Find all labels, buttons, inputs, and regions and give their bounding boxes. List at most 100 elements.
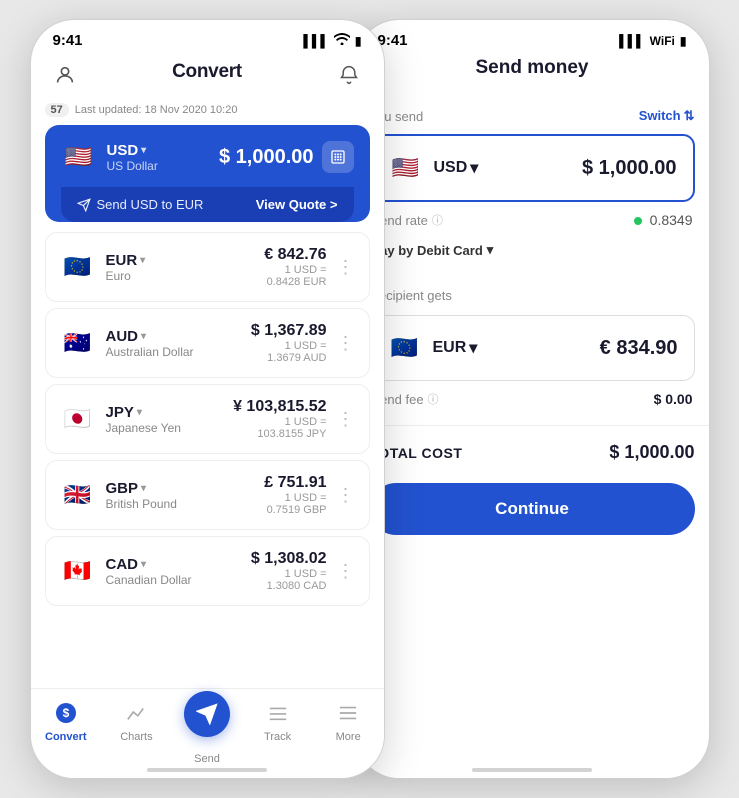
phone-convert: 9:41 ▌▌▌ ▮ Convert	[30, 19, 385, 779]
gbp-label: GBP ▾ British Pound	[106, 480, 177, 511]
send-bar[interactable]: Send USD to EUR View Quote >	[61, 187, 354, 222]
send-rate-row: Send rate ⓘ 0.8349	[370, 202, 695, 238]
eur-recipient-dropdown[interactable]: EUR ▾	[433, 338, 478, 358]
nav-item-send[interactable]: Send	[172, 699, 243, 765]
usd-code: USD ▾	[107, 142, 158, 159]
recipient-section: Recipient gets 🇪🇺 EUR ▾ € 834.90	[370, 280, 695, 417]
rate-dot-icon	[634, 217, 642, 225]
track-icon	[264, 699, 292, 727]
nav-item-convert[interactable]: $ Convert	[31, 699, 102, 743]
pay-debit-card-btn[interactable]: Pay by Debit Card ▾	[372, 242, 494, 258]
convert-icon: $	[52, 699, 80, 727]
usd-label: USD ▾ US Dollar	[107, 142, 158, 173]
nav-item-more[interactable]: More	[313, 699, 384, 743]
charts-icon	[122, 699, 150, 727]
jpy-more-icon[interactable]: ⋮	[337, 409, 355, 430]
eur-amounts: € 842.76 1 USD = 0.8428 EUR	[264, 246, 326, 288]
charts-nav-label: Charts	[120, 731, 152, 743]
cad-dropdown[interactable]: ▾	[141, 559, 146, 570]
profile-icon-btn[interactable]	[49, 59, 81, 91]
scene: 9:41 ▌▌▌ ▮ Convert	[0, 0, 739, 798]
send-icon	[184, 691, 230, 737]
last-updated-bar: 57 Last updated: 18 Nov 2020 10:20	[45, 103, 370, 117]
jpy-label: JPY ▾ Japanese Yen	[106, 404, 181, 435]
you-send-amount: $ 1,000.00	[582, 157, 677, 180]
gbp-more-icon[interactable]: ⋮	[337, 485, 355, 506]
gbp-dropdown[interactable]: ▾	[141, 483, 146, 494]
gbp-code: GBP ▾	[106, 480, 177, 497]
currency-list: 🇪🇺 EUR ▾ Euro € 842.76	[45, 232, 370, 612]
list-item[interactable]: 🇨🇦 CAD ▾ Canadian Dollar $ 1,308.02	[45, 536, 370, 606]
view-quote-btn[interactable]: View Quote >	[256, 197, 338, 212]
you-send-card[interactable]: 🇺🇸 USD ▾ $ 1,000.00	[370, 134, 695, 202]
battery-icon: ▮	[355, 34, 362, 48]
main-currency-row: 🇺🇸 USD ▾ US Dollar $ 1,000.00	[61, 139, 354, 175]
item-left-gbp: 🇬🇧 GBP ▾ British Pound	[60, 477, 177, 513]
phone-send-money: 9:41 ▌▌▌ WiFi ▮ Send money You send Swit…	[355, 19, 710, 779]
eur-more-icon[interactable]: ⋮	[337, 257, 355, 278]
send-rate-value: 0.8349	[634, 212, 693, 228]
send-nav-label: Send	[194, 753, 220, 765]
cad-amount: $ 1,308.02	[251, 550, 327, 568]
usd-send-dropdown[interactable]: USD ▾	[434, 158, 479, 178]
cad-amounts: $ 1,308.02 1 USD = 1.3080 CAD	[251, 550, 327, 592]
calculator-icon-btn[interactable]	[322, 141, 354, 173]
aud-code: AUD ▾	[106, 328, 194, 345]
eur-flag: 🇪🇺	[60, 249, 96, 285]
item-right-aud: $ 1,367.89 1 USD = 1.3679 AUD ⋮	[251, 322, 355, 364]
eur-recipient-flag: 🇪🇺	[387, 330, 423, 366]
item-left-jpy: 🇯🇵 JPY ▾ Japanese Yen	[60, 401, 181, 437]
jpy-name: Japanese Yen	[106, 421, 181, 435]
cad-rate: 1 USD = 1.3080 CAD	[251, 568, 327, 592]
status-icons-1: ▌▌▌ ▮	[303, 33, 361, 48]
cad-more-icon[interactable]: ⋮	[337, 561, 355, 582]
page-title-1: Convert	[154, 57, 260, 93]
you-send-header: You send Switch ⇅	[370, 101, 695, 130]
eur-chevron-icon: ▾	[469, 338, 477, 358]
nav-item-track[interactable]: Track	[242, 699, 313, 743]
jpy-amounts: ¥ 103,815.52 1 USD = 103.8155 JPY	[233, 398, 326, 440]
aud-label: AUD ▾ Australian Dollar	[106, 328, 194, 359]
recipient-amount: € 834.90	[600, 337, 678, 360]
eur-dropdown[interactable]: ▾	[140, 255, 145, 266]
rate-info-icon[interactable]: ⓘ	[432, 212, 443, 228]
you-send-left: 🇺🇸 USD ▾	[388, 150, 479, 186]
wifi-icon-2: WiFi	[650, 34, 675, 48]
recipient-card[interactable]: 🇪🇺 EUR ▾ € 834.90	[370, 315, 695, 381]
list-item[interactable]: 🇬🇧 GBP ▾ British Pound £ 751.91	[45, 460, 370, 530]
main-amount-area: $ 1,000.00	[219, 141, 354, 173]
list-item[interactable]: 🇪🇺 EUR ▾ Euro € 842.76	[45, 232, 370, 302]
eur-code: EUR ▾	[106, 252, 146, 269]
eur-amount: € 842.76	[264, 246, 326, 264]
convert-nav-label: Convert	[45, 731, 87, 743]
aud-name: Australian Dollar	[106, 345, 194, 359]
aud-more-icon[interactable]: ⋮	[337, 333, 355, 354]
cad-flag: 🇨🇦	[60, 553, 96, 589]
bell-icon-btn[interactable]	[333, 59, 365, 91]
usd-dropdown-icon[interactable]: ▾	[141, 145, 146, 156]
main-currency-card[interactable]: 🇺🇸 USD ▾ US Dollar $ 1,000.00	[45, 125, 370, 222]
item-right-eur: € 842.76 1 USD = 0.8428 EUR ⋮	[264, 246, 354, 288]
update-text: Last updated: 18 Nov 2020 10:20	[75, 104, 238, 116]
total-cost-bar: TOTAL COST $ 1,000.00	[356, 425, 709, 479]
jpy-rate: 1 USD = 103.8155 JPY	[233, 416, 326, 440]
nav-item-charts[interactable]: Charts	[101, 699, 172, 743]
aud-amounts: $ 1,367.89 1 USD = 1.3679 AUD	[251, 322, 327, 364]
list-item[interactable]: 🇦🇺 AUD ▾ Australian Dollar $ 1,367.89	[45, 308, 370, 378]
jpy-dropdown[interactable]: ▾	[137, 407, 142, 418]
time-1: 9:41	[53, 32, 83, 49]
eur-name: Euro	[106, 269, 146, 283]
pay-method-row: Pay by Debit Card ▾	[370, 238, 695, 268]
send-money-content: You send Switch ⇅ 🇺🇸 USD ▾ $ 1,000.00	[356, 101, 709, 417]
aud-dropdown[interactable]: ▾	[141, 331, 146, 342]
send-fee-row: Send fee ⓘ $ 0.00	[370, 381, 695, 417]
status-bar-1: 9:41 ▌▌▌ ▮	[31, 20, 384, 53]
fee-info-icon[interactable]: ⓘ	[428, 391, 439, 407]
continue-button[interactable]: Continue	[370, 483, 695, 535]
list-item[interactable]: 🇯🇵 JPY ▾ Japanese Yen ¥ 103,815.52	[45, 384, 370, 454]
usd-chevron-icon: ▾	[470, 158, 478, 178]
screen1-content: 57 Last updated: 18 Nov 2020 10:20 🇺🇸 US…	[31, 103, 384, 741]
switch-button[interactable]: Switch ⇅	[639, 108, 695, 124]
item-right-cad: $ 1,308.02 1 USD = 1.3080 CAD ⋮	[251, 550, 355, 592]
send-money-header: Send money	[356, 53, 709, 89]
